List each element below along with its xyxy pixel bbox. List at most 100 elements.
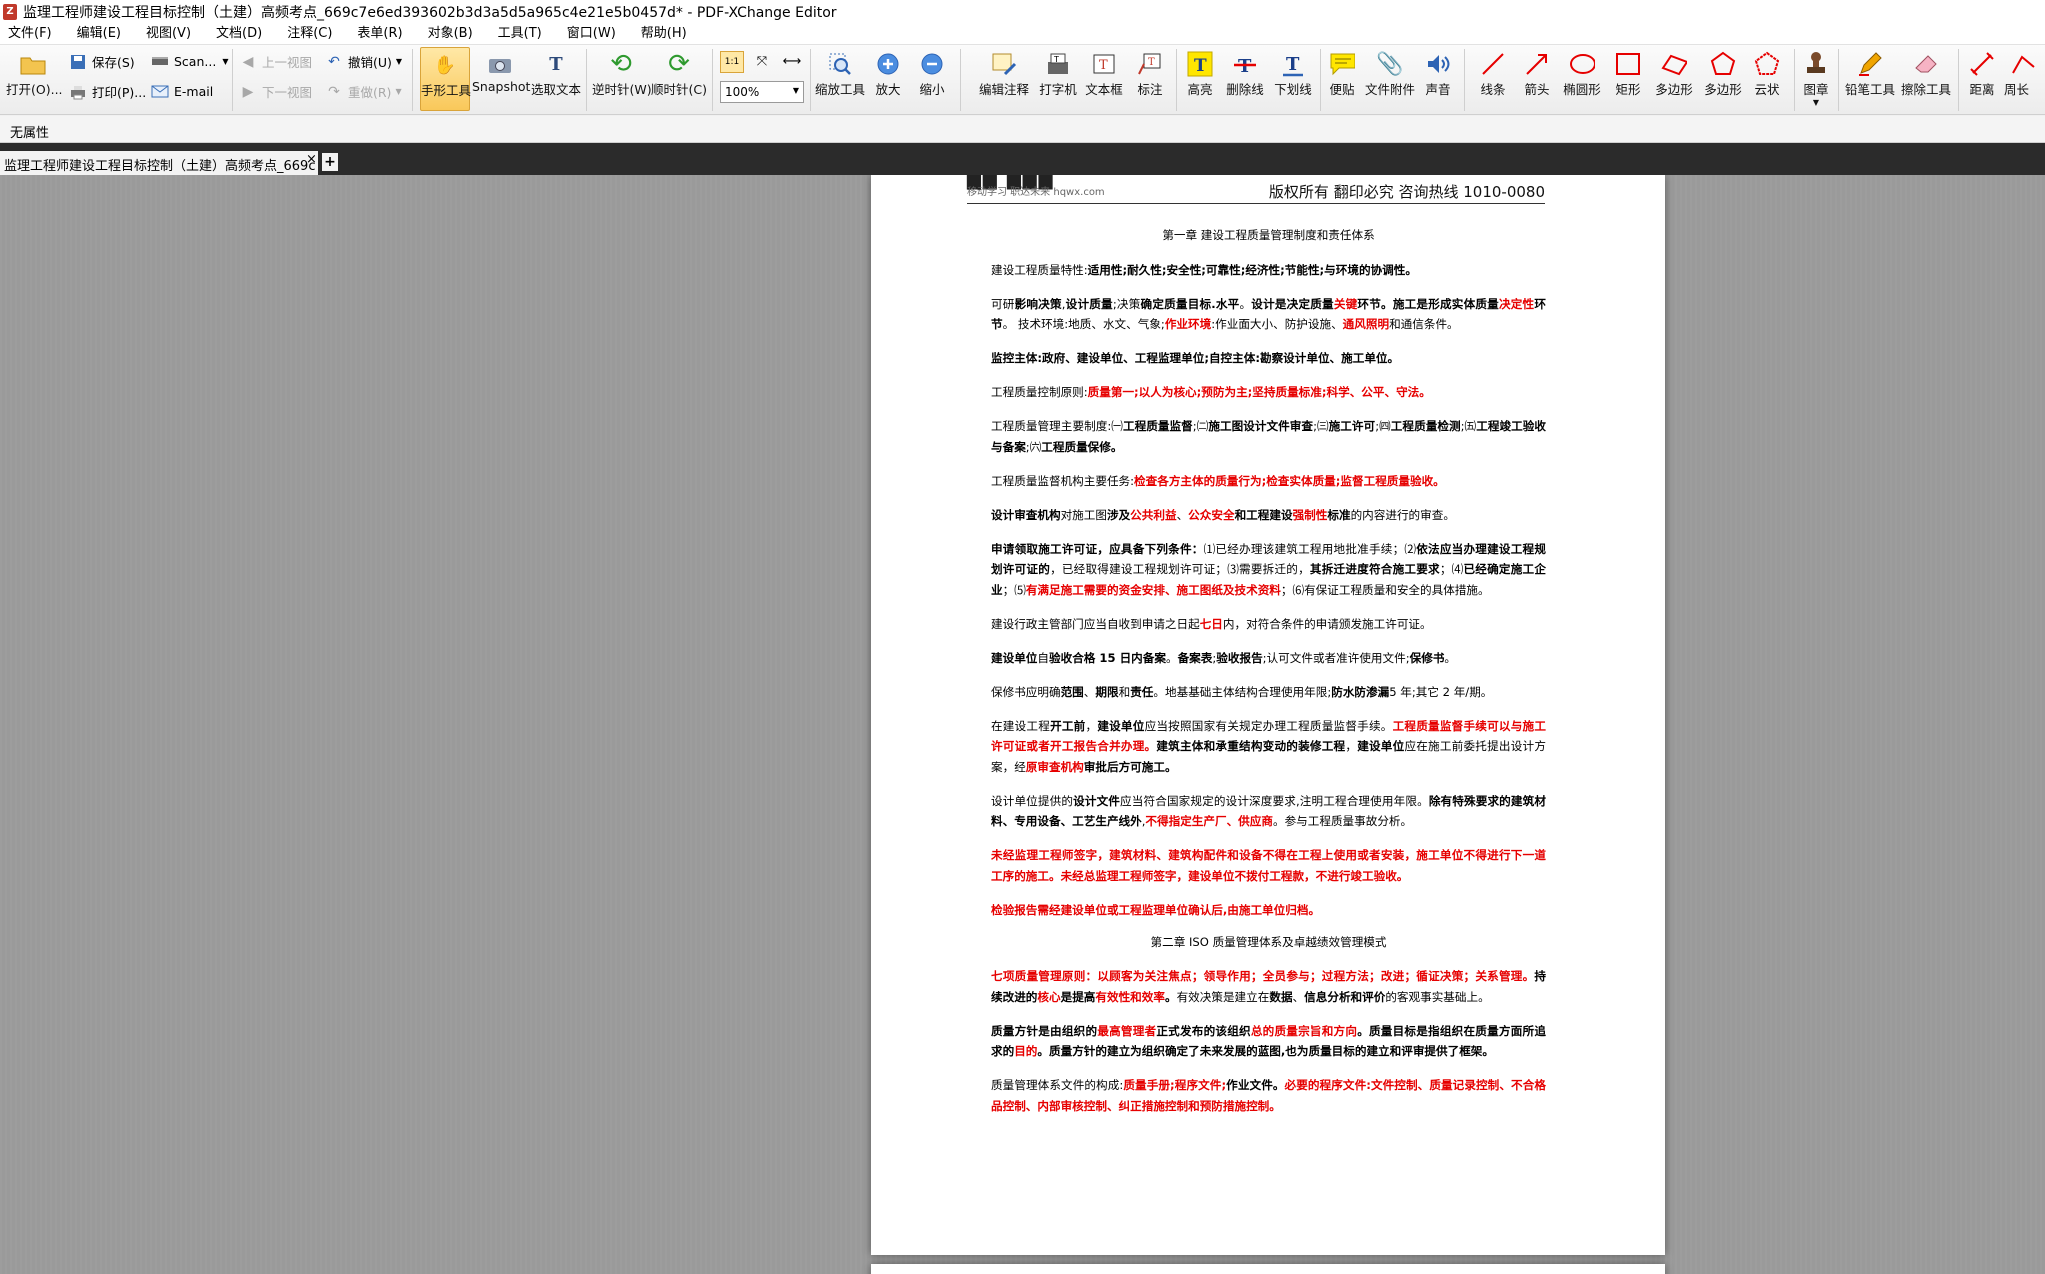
stamp-button[interactable]: 图章 ▼ — [1798, 51, 1834, 107]
page-content: 第一章 建设工程质量管理制度和责任体系 建设工程质量特性:适用性;耐久性;安全性… — [991, 227, 1546, 1130]
scanner-icon — [150, 52, 170, 70]
perimeter-tool-button[interactable]: 周长 — [2004, 51, 2044, 98]
document-viewport[interactable]: ▇▇ ▇▇▇ 移动学习 职达未来 hqwx.com 版权所有 翻印必究 咨询热线… — [0, 175, 2045, 1274]
chevron-down-icon: ▼ — [395, 57, 403, 66]
menu-window[interactable]: 窗口(W) — [559, 23, 624, 45]
toolbar-separator — [1794, 49, 1795, 111]
eraser-tool-button[interactable]: 擦除工具 — [1898, 51, 1954, 98]
rotate-ccw-button[interactable]: ⟲ 逆时针(W) — [592, 49, 652, 98]
polygon-tool-button[interactable]: 多边形 — [1700, 51, 1746, 98]
properties-text: 无属性 — [10, 126, 50, 141]
menu-object[interactable]: 对象(B) — [420, 23, 481, 45]
paragraph: 在建设工程开工前，建设单位应当按照国家有关规定办理工程质量监督手续。工程质量监督… — [991, 718, 1546, 774]
paragraph: 建设单位自验收合格 15 日内备案。备案表;验收报告;认可文件或者准许使用文件;… — [991, 650, 1457, 665]
toolbar-gap — [0, 143, 2045, 150]
zoom-tool-icon — [827, 51, 853, 77]
zoom-tool-button[interactable]: 缩放工具 — [814, 51, 866, 98]
zoom-in-button[interactable]: 放大 — [870, 51, 906, 98]
edit-comments-button[interactable]: 编辑注释 — [976, 51, 1032, 98]
paragraph: 设计审查机构对施工图涉及公共利益、公众安全和工程建设强制性标准的内容进行的审查。 — [991, 507, 1455, 522]
rectangle-tool-button[interactable]: 矩形 — [1608, 51, 1648, 98]
fit-page-button[interactable]: ⤧ — [750, 51, 774, 73]
undo-icon: ↶ — [328, 53, 340, 70]
chapter-2-title: 第二章 ISO 质量管理体系及卓越绩效管理模式 — [1150, 934, 1387, 949]
zoom-out-icon — [919, 51, 945, 77]
typewriter-icon: T — [1045, 51, 1071, 77]
distance-tool-button[interactable]: 距离 — [1962, 51, 2002, 98]
save-button[interactable]: 保存(S) — [68, 52, 135, 71]
page-header-text: 版权所有 翻印必究 咨询热线 1010-0080 — [1268, 183, 1545, 201]
toolbar-separator — [810, 49, 811, 111]
menu-bar: 文件(F) 编辑(E) 视图(V) 文档(D) 注释(C) 表单(R) 对象(B… — [0, 23, 2045, 45]
edit-comments-icon — [991, 51, 1017, 77]
sticky-note-button[interactable]: 便贴 — [1322, 51, 1362, 98]
menu-comment[interactable]: 注释(C) — [279, 23, 340, 45]
textbox-button[interactable]: T 文本框 — [1082, 51, 1126, 98]
pencil-icon — [1857, 51, 1883, 77]
hand-tool-button[interactable]: ✋ 手形工具 — [420, 47, 471, 111]
prev-view-button[interactable]: ◀ 上一视图 — [238, 52, 312, 71]
callout-button[interactable]: T 标注 — [1128, 51, 1172, 98]
document-tab-label: 监理工程师建设工程目标控制（土建）高频考点_669c * — [4, 159, 318, 174]
pentagon-icon — [1710, 51, 1736, 77]
snapshot-button[interactable]: Snapshot — [472, 51, 530, 94]
typewriter-button[interactable]: T 打字机 — [1036, 51, 1080, 98]
paragraph: 申请领取施工许可证，应具备下列条件：⑴已经办理该建筑工程用地批准手续；⑵依法应当… — [991, 541, 1546, 597]
open-button[interactable]: 打开(O)... — [6, 51, 63, 98]
select-text-button[interactable]: T 选取文本 — [530, 51, 582, 98]
pencil-tool-button[interactable]: 铅笔工具 — [1842, 51, 1898, 98]
next-view-button[interactable]: ▶ 下一视图 — [238, 82, 312, 101]
document-tab[interactable]: 监理工程师建设工程目标控制（土建）高频考点_669c * — [0, 151, 318, 175]
menu-tools[interactable]: 工具(T) — [490, 23, 550, 45]
chapter-1-title: 第一章 建设工程质量管理制度和责任体系 — [1162, 228, 1375, 242]
paragraph: 质量管理体系文件的构成:质量手册;程序文件;作业文件。必要的程序文件:文件控制、… — [991, 1078, 1546, 1113]
speaker-icon — [1425, 51, 1451, 77]
scan-button[interactable]: Scan... ▼ — [150, 52, 228, 70]
select-text-icon: T — [549, 53, 563, 75]
menu-file[interactable]: 文件(F) — [0, 23, 60, 45]
menu-help[interactable]: 帮助(H) — [633, 23, 695, 45]
next-view-icon: ▶ — [242, 83, 254, 100]
highlight-button[interactable]: T 高亮 — [1180, 51, 1220, 98]
sound-button[interactable]: 声音 — [1418, 51, 1458, 98]
toolbar-separator — [232, 49, 233, 111]
distance-icon — [1969, 51, 1995, 77]
line-tool-button[interactable]: 线条 — [1472, 51, 1514, 98]
paragraph: 可研影响决策,设计质量;决策确定质量目标.水平。设计是决定质量关键环节。施工是形… — [991, 296, 1546, 332]
redo-button[interactable]: ↷ 重做(R) ▼ — [324, 82, 401, 101]
cloud-tool-button[interactable]: 云状 — [1748, 51, 1786, 98]
fit-width-button[interactable]: ⟷ — [780, 51, 804, 73]
polyline-tool-button[interactable]: 多边形 — [1650, 51, 1698, 98]
menu-view[interactable]: 视图(V) — [138, 23, 199, 45]
menu-document[interactable]: 文档(D) — [208, 23, 270, 45]
actual-size-button[interactable]: 1:1 — [720, 51, 744, 73]
zoom-in-icon — [875, 51, 901, 77]
new-tab-button[interactable]: + — [322, 153, 338, 171]
zoom-out-button[interactable]: 缩小 — [914, 51, 950, 98]
arrow-tool-button[interactable]: 箭头 — [1516, 51, 1558, 98]
cloud-icon — [1754, 51, 1780, 77]
paragraph: 监控主体:政府、建设单位、工程监理单位;自控主体:勘察设计单位、施工单位。 — [991, 351, 1400, 365]
svg-text:T: T — [1099, 58, 1108, 73]
redo-icon: ↷ — [328, 83, 340, 100]
chevron-down-icon: ▼ — [792, 86, 799, 95]
rotate-cw-button[interactable]: ⟳ 顺时针(C) — [650, 49, 708, 98]
line-icon — [1480, 51, 1506, 77]
print-button[interactable]: 打印(P)... — [68, 82, 146, 101]
menu-form[interactable]: 表单(R) — [349, 23, 410, 45]
email-button[interactable]: E-mail — [150, 82, 213, 100]
toolbar-separator — [1464, 49, 1465, 111]
underline-button[interactable]: T 下划线 — [1270, 51, 1316, 98]
main-toolbar: 打开(O)... 保存(S) 打印(P)... Scan... ▼ E-mail… — [0, 45, 2045, 115]
perimeter-icon — [2010, 51, 2036, 77]
toolbar-separator — [1176, 49, 1177, 111]
file-attachment-button[interactable]: 📎 文件附件 — [1364, 51, 1416, 98]
ellipse-tool-button[interactable]: 椭圆形 — [1560, 51, 1604, 98]
strikeout-button[interactable]: T 删除线 — [1222, 51, 1268, 98]
undo-button[interactable]: ↶ 撤销(U) ▼ — [324, 52, 402, 71]
svg-text:T: T — [1148, 57, 1155, 68]
menu-edit[interactable]: 编辑(E) — [69, 23, 129, 45]
window-title: 监理工程师建设工程目标控制（土建）高频考点_669c7e6ed393602b3d… — [23, 4, 837, 21]
close-tab-icon[interactable]: × — [306, 152, 317, 167]
zoom-level-dropdown[interactable]: 100% ▼ — [720, 81, 804, 103]
